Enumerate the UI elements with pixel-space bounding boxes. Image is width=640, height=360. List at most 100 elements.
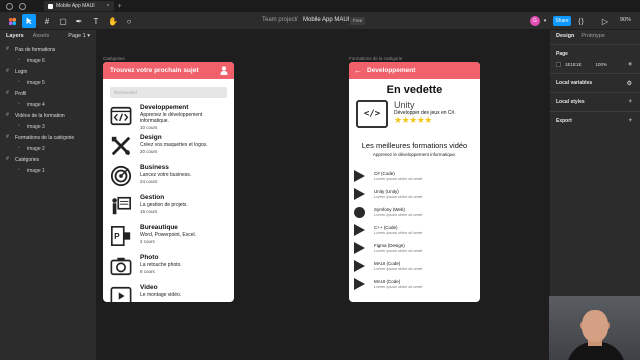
play-icon — [354, 224, 365, 236]
category-title: Design — [140, 134, 162, 141]
video-subtitle: Lorem ipsum dolor sit amet — [374, 176, 423, 181]
layer-label: image 3 — [27, 123, 45, 130]
plan-badge: Free — [350, 17, 366, 25]
avatar[interactable]: G — [530, 16, 540, 26]
export-row[interactable]: Export + — [550, 118, 640, 124]
svg-text:P: P — [114, 232, 120, 241]
dev-mode-icon[interactable]: ⟨⟩ — [576, 14, 586, 28]
os-tab[interactable]: Mobile App MAUI × — [44, 1, 114, 11]
video-item[interactable]: C# (Code) Lorem ipsum dolor sit amet — [349, 167, 480, 185]
figma-home-icon[interactable] — [6, 2, 13, 10]
new-tab-icon[interactable]: + — [118, 3, 122, 10]
layer-image[interactable]: ▫ image 5 — [0, 77, 96, 88]
layer-image[interactable]: ▫ image 2 — [0, 143, 96, 154]
video-item[interactable]: MAUI (Code) Lorem ipsum dolor sit amet — [349, 275, 480, 293]
user-icon[interactable] — [220, 66, 228, 75]
shape-tool-icon[interactable]: ▢ — [58, 14, 68, 28]
video-item[interactable]: Symfony (Web) Lorem ipsum dolor sit amet — [349, 203, 480, 221]
settings-icon[interactable]: ⚙ — [627, 80, 632, 87]
category-desc: Créez vos maquettes et logos. — [140, 142, 208, 148]
frame-icon: # — [6, 90, 9, 96]
page-selector[interactable]: Page 1 ▾ — [68, 33, 90, 39]
main-menu-icon[interactable] — [6, 14, 18, 28]
category-item[interactable]: Gestion La gestion de projets. 16 cours — [103, 194, 234, 224]
layer-frame[interactable]: # Pas de formations — [0, 44, 96, 55]
eye-icon[interactable]: ◉ — [628, 61, 632, 67]
camera-icon — [110, 257, 132, 276]
layer-image[interactable]: ▫ image 3 — [0, 121, 96, 132]
category-desc: Lancez votre business. — [140, 172, 192, 178]
code-icon — [110, 106, 132, 126]
rating-stars: ★★★★★ — [394, 115, 432, 125]
best-heading: Les meilleures formations vidéo — [361, 141, 468, 150]
category-item[interactable]: Photo La retouche photo. 8 cours — [103, 254, 234, 284]
frame-categories[interactable]: Trouvez votre prochain sujet Rechercher … — [103, 62, 234, 302]
video-item[interactable]: Unity (Unity) Lorem ipsum dolor sit amet — [349, 185, 480, 203]
layer-image[interactable]: ▫ image 6 — [0, 55, 96, 66]
divider — [550, 44, 640, 45]
image-icon: ▫ — [18, 123, 20, 129]
office-icon: P — [111, 226, 131, 246]
featured-card[interactable]: </> Unity Développer des jeux en C#. ★★★… — [356, 100, 473, 132]
symfony-icon — [354, 206, 365, 218]
frame-formations[interactable]: ← Developpement En vedette </> Unity Dév… — [349, 62, 480, 302]
zoom-level[interactable]: 90% — [620, 17, 631, 23]
category-item[interactable]: Design Créez vos maquettes et logos. 20 co… — [103, 134, 234, 164]
layer-frame[interactable]: # Login — [0, 66, 96, 77]
text-tool-icon[interactable]: T — [91, 14, 101, 28]
page-color-value[interactable]: 1E1E1E — [565, 62, 582, 67]
back-arrow-icon[interactable]: ← — [349, 66, 367, 75]
category-title: Gestion — [140, 194, 165, 201]
add-icon[interactable]: + — [628, 118, 632, 124]
frame-tool-icon[interactable]: # — [42, 14, 52, 28]
play-icon — [354, 188, 365, 200]
video-item[interactable]: C++ (Code) Lorem ipsum dolor sit amet — [349, 221, 480, 239]
category-item[interactable]: Developpement Apprenez le développement i… — [103, 104, 234, 134]
layer-image[interactable]: ▫ image 4 — [0, 99, 96, 110]
page-fill-row[interactable]: 1E1E1E 100% ◉ — [550, 61, 640, 67]
divider — [550, 73, 640, 74]
add-icon[interactable]: + — [628, 99, 632, 105]
design-canvas[interactable]: Catégories Formations de la catégorie Tr… — [97, 30, 549, 360]
frame-label-formations[interactable]: Formations de la catégorie — [349, 56, 402, 61]
breadcrumb-file[interactable]: Mobile App MAUI — [303, 17, 349, 23]
local-styles-row[interactable]: Local styles + — [550, 99, 640, 105]
image-icon: ▫ — [18, 101, 20, 107]
category-item[interactable]: Video Le montage vidéo. — [103, 284, 234, 302]
breadcrumb-project[interactable]: Team project — [262, 17, 296, 23]
page-opacity-value[interactable]: 100% — [596, 62, 608, 67]
video-item[interactable]: Figma (Design) Lorem ipsum dolor sit amet — [349, 239, 480, 257]
color-swatch[interactable] — [556, 61, 561, 67]
tab-layers[interactable]: Layers — [6, 33, 24, 39]
chevron-down-icon[interactable]: ▾ — [541, 14, 549, 28]
layer-frame[interactable]: # Vidéos de la formation — [0, 110, 96, 121]
layer-frame[interactable]: # Catégories — [0, 154, 96, 165]
frame-label-categories[interactable]: Catégories — [103, 56, 125, 61]
pen-tool-icon[interactable]: ✒ — [74, 14, 84, 28]
webcam-overlay — [549, 296, 640, 360]
close-tab-icon[interactable]: × — [107, 3, 110, 9]
layer-label: Catégories — [15, 156, 40, 163]
comment-tool-icon[interactable]: ○ — [124, 14, 134, 28]
layer-frame[interactable]: # Profil — [0, 88, 96, 99]
share-button[interactable]: Share — [553, 16, 571, 26]
local-variables-row[interactable]: Local variables ⚙ — [550, 80, 640, 87]
globe-icon[interactable] — [19, 2, 26, 10]
layer-image[interactable]: ▫ image 1 — [0, 165, 96, 176]
video-item[interactable]: MAUI (Code) Lorem ipsum dolor sit amet — [349, 257, 480, 275]
tab-prototype[interactable]: Prototype — [581, 33, 605, 39]
tab-assets[interactable]: Assets — [33, 33, 50, 39]
play-icon — [354, 278, 365, 290]
present-icon[interactable]: ▷ — [600, 14, 610, 28]
category-item[interactable]: Business Lancez votre business. 24 cours — [103, 164, 234, 194]
tab-design[interactable]: Design — [556, 33, 574, 39]
layer-frame[interactable]: # Formations de la catégorie — [0, 132, 96, 143]
hand-tool-icon[interactable]: ✋ — [108, 14, 118, 28]
category-item[interactable]: P Bureautique Word, Powerpoint, Excel. 2 c… — [103, 224, 234, 254]
frame-icon: # — [6, 156, 9, 162]
search-input[interactable]: Rechercher — [110, 87, 227, 98]
move-tool-icon[interactable] — [22, 14, 36, 28]
video-subtitle: Lorem ipsum dolor sit amet — [374, 284, 423, 289]
category-title: Bureautique — [140, 224, 178, 231]
right-panel-tabs: Design Prototype — [550, 30, 640, 42]
